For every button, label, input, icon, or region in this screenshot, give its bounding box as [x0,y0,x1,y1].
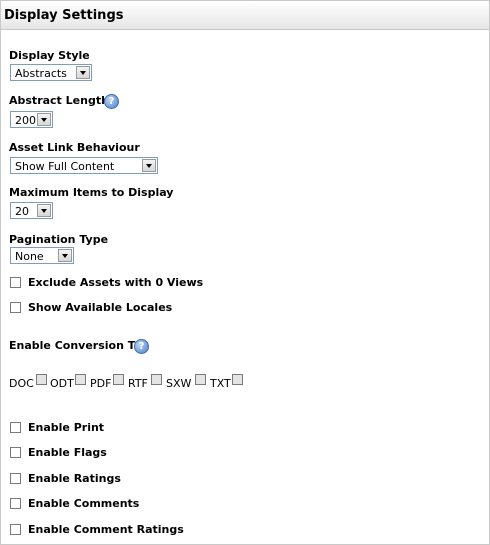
format-txt-label: TXT [210,377,231,390]
enable-flags-label: Enable Flags [28,446,107,459]
format-sxw-label: SXW [166,377,192,390]
format-odt-label: ODT [50,377,74,390]
max-items-select[interactable]: 20 [10,202,53,219]
chevron-down-icon [58,249,72,262]
chevron-down-icon [37,113,51,126]
max-items-value: 20 [15,205,29,218]
show-locales-label: Show Available Locales [28,301,173,314]
panel-header: Display Settings [1,1,489,30]
help-icon[interactable]: ? [104,94,119,109]
display-settings-panel: Display Settings [0,0,490,545]
show-locales-checkbox[interactable] [10,302,21,313]
asset-link-behaviour-select[interactable]: Show Full Content [10,157,158,174]
exclude-assets-checkbox[interactable] [10,277,21,288]
format-doc-label: DOC [9,377,34,390]
abstract-length-label: Abstract Length [9,94,109,107]
abstract-length-select[interactable]: 200 [10,111,53,128]
chevron-down-icon [37,204,51,217]
asset-link-behaviour-value: Show Full Content [15,160,115,173]
exclude-assets-label: Exclude Assets with 0 Views [28,276,204,289]
enable-ratings-label: Enable Ratings [28,472,121,485]
enable-print-checkbox[interactable] [10,422,21,433]
enable-comment-ratings-label: Enable Comment Ratings [28,523,184,536]
format-doc-checkbox[interactable] [36,374,47,385]
format-txt-checkbox[interactable] [232,374,243,385]
enable-flags-checkbox[interactable] [10,447,21,458]
enable-conversion-label: Enable Conversion To [9,339,142,352]
help-icon[interactable]: ? [134,339,149,354]
format-pdf-checkbox[interactable] [113,374,124,385]
enable-ratings-checkbox[interactable] [10,473,21,484]
format-odt-checkbox[interactable] [75,374,86,385]
panel-title: Display Settings [4,8,124,23]
abstract-length-value: 200 [15,114,36,127]
chevron-down-icon [76,66,90,79]
enable-comment-ratings-checkbox[interactable] [10,524,21,535]
pagination-type-select[interactable]: None [10,247,74,264]
format-sxw-checkbox[interactable] [195,374,206,385]
max-items-label: Maximum Items to Display [9,186,174,199]
display-style-select[interactable]: Abstracts [10,64,92,81]
chevron-down-icon [142,159,156,172]
display-style-label: Display Style [9,49,90,62]
format-pdf-label: PDF [90,377,112,390]
pagination-type-label: Pagination Type [9,233,109,246]
enable-comments-label: Enable Comments [28,497,140,510]
enable-print-label: Enable Print [28,421,105,434]
format-rtf-checkbox[interactable] [151,374,162,385]
asset-link-behaviour-label: Asset Link Behaviour [9,141,140,154]
pagination-type-value: None [15,250,44,263]
format-rtf-label: RTF [128,377,148,390]
display-style-value: Abstracts [15,67,67,80]
enable-comments-checkbox[interactable] [10,498,21,509]
